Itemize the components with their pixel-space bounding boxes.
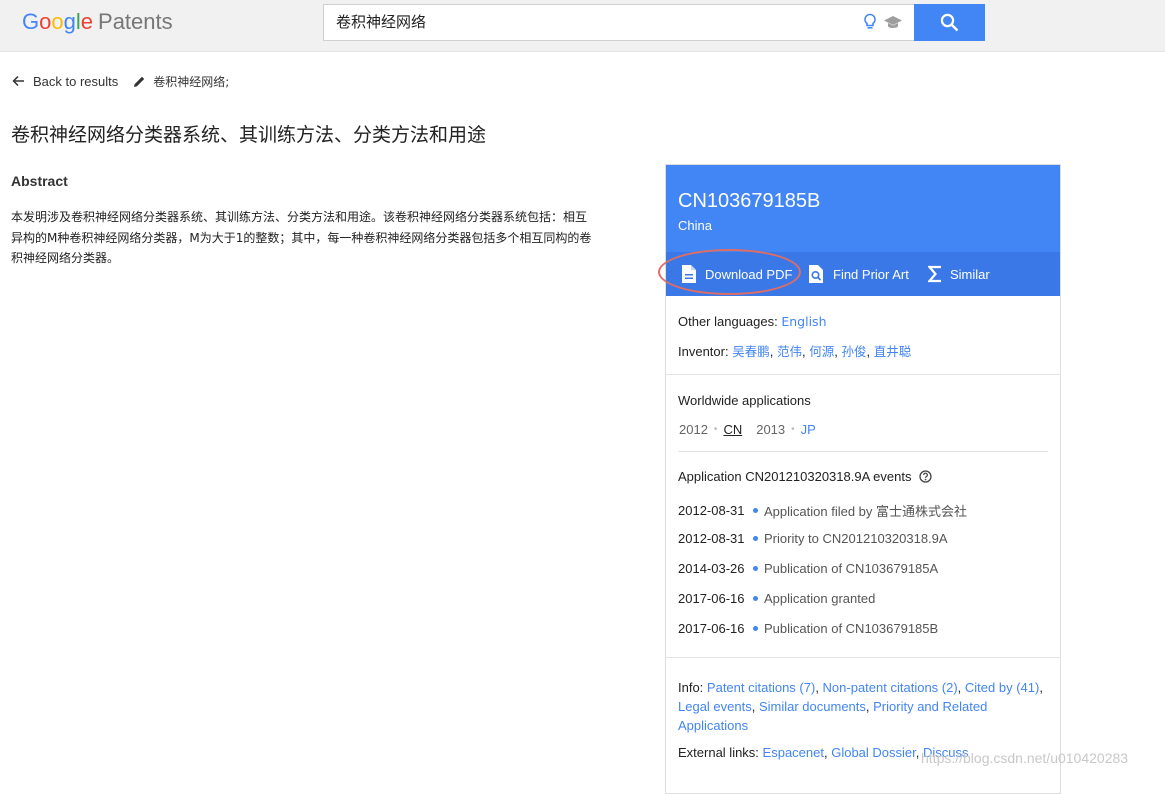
pencil-icon: [134, 76, 145, 87]
global-dossier-link[interactable]: Global Dossier: [831, 745, 916, 760]
inventor-link[interactable]: 吴春鹏: [732, 344, 770, 359]
event-text: Publication of CN103679185B: [764, 621, 939, 636]
sub-navigation: Back to results 卷积神经网络;: [12, 71, 229, 91]
event-dot: [753, 596, 758, 601]
worldwide-year: 2012: [679, 422, 708, 437]
inventor-label: Inventor:: [678, 344, 729, 359]
event-row: 2012-08-31 Priority to CN201210320318.9A: [678, 531, 948, 546]
publication-country: China: [678, 218, 712, 233]
edit-query-link[interactable]: 卷积神经网络;: [133, 73, 229, 90]
document-icon: [682, 265, 696, 283]
external-links-label: External links:: [678, 745, 759, 760]
top-bar: Google Patents: [0, 0, 1165, 52]
worldwide-applications-list: 2012 • CN 2013 • JP: [679, 422, 816, 437]
card-header: CN103679185B China: [666, 165, 1060, 252]
search-input[interactable]: [336, 5, 836, 40]
find-prior-art-button[interactable]: Find Prior Art: [808, 252, 909, 296]
lightbulb-icon[interactable]: [862, 13, 878, 31]
inventor-link[interactable]: 直井聪: [874, 344, 912, 359]
worldwide-country-link[interactable]: CN: [723, 422, 742, 437]
event-dot: [753, 566, 758, 571]
publication-number: CN103679185B: [678, 190, 821, 212]
query-label: 卷积神经网络;: [153, 74, 230, 89]
inventor-line: Inventor: 吴春鹏, 范伟, 何源, 孙俊, 直井聪: [678, 344, 912, 359]
search-icon: [940, 13, 959, 32]
worldwide-country-link[interactable]: JP: [801, 422, 816, 437]
worldwide-year: 2013: [756, 422, 786, 437]
info-label: Info:: [678, 680, 704, 695]
event-date: 2012-08-31: [678, 503, 745, 518]
document-search-icon: [809, 265, 823, 283]
event-dot: [753, 626, 758, 631]
search-button[interactable]: [914, 4, 985, 41]
divider: [666, 657, 1060, 658]
separator-dot: •: [791, 424, 795, 435]
event-date: 2012-08-31: [678, 531, 745, 546]
event-text: Priority to CN201210320318.9A: [764, 531, 948, 546]
event-text: Application granted: [764, 591, 876, 606]
event-row: 2014-03-26 Publication of CN103679185A: [678, 561, 938, 576]
worldwide-applications-heading: Worldwide applications: [678, 393, 811, 408]
help-icon[interactable]: [919, 470, 933, 483]
back-to-results-link[interactable]: Back to results: [12, 74, 118, 89]
other-languages: Other languages: English: [678, 314, 827, 329]
other-languages-label: Other languages:: [678, 314, 778, 329]
event-date: 2017-06-16: [678, 591, 745, 606]
inventor-link[interactable]: 孙俊: [841, 344, 866, 359]
event-text: Publication of CN103679185A: [764, 561, 939, 576]
watermark: https://blog.csdn.net/u010420283: [921, 750, 1129, 766]
arrow-back-icon: [12, 75, 24, 87]
separator-dot: •: [713, 424, 718, 435]
cited-by-link[interactable]: Cited by (41): [965, 680, 1039, 695]
event-dot: [753, 536, 758, 541]
event-date: 2014-03-26: [678, 561, 745, 576]
event-date: 2017-06-16: [678, 621, 745, 636]
event-dot: [753, 508, 758, 513]
similar-documents-link[interactable]: Similar documents: [759, 699, 866, 714]
events-heading: Application CN201210320318.9A events: [678, 469, 933, 484]
language-english-link[interactable]: English: [781, 314, 826, 329]
non-patent-citations-link[interactable]: Non-patent citations (2): [823, 680, 958, 695]
search-box: [323, 4, 915, 41]
similar-button[interactable]: Similar: [928, 252, 990, 296]
event-row: 2017-06-16 Application granted: [678, 591, 875, 606]
patent-citations-link[interactable]: Patent citations (7): [707, 680, 815, 695]
card-actions-bar: Download PDF Find Prior Art Similar: [666, 252, 1060, 296]
event-row: 2017-06-16 Publication of CN103679185B: [678, 621, 938, 636]
sigma-icon: [928, 265, 941, 283]
patent-title: 卷积神经网络分类器系统、其训练方法、分类方法和用途: [11, 124, 487, 146]
download-pdf-label: Download PDF: [705, 266, 793, 282]
logo-product: Patents: [98, 9, 173, 34]
patent-info-card: CN103679185B China Download PDF Find Pri…: [665, 164, 1061, 794]
logo-text: Google: [22, 9, 94, 34]
info-links: Info: Patent citations (7), Non-patent c…: [678, 680, 1043, 733]
abstract-text: 本发明涉及卷积神经网络分类器系统、其训练方法、分类方法和用途。该卷积神经网络分类…: [11, 210, 592, 265]
back-to-results-label: Back to results: [33, 73, 119, 89]
divider: [666, 374, 1060, 375]
abstract-heading: Abstract: [11, 173, 68, 189]
event-row: 2012-08-31 Application filed by 富士通株式会社: [678, 501, 967, 520]
download-pdf-button[interactable]: Download PDF: [681, 252, 792, 296]
find-prior-art-label: Find Prior Art: [833, 266, 909, 282]
events-heading-label: Application CN201210320318.9A events: [678, 469, 912, 484]
graduation-cap-icon[interactable]: [883, 13, 903, 31]
inventor-link[interactable]: 范伟: [777, 344, 802, 359]
similar-label: Similar: [950, 266, 990, 282]
inventor-link[interactable]: 何源: [809, 344, 834, 359]
google-patents-logo[interactable]: Google Patents: [22, 9, 173, 35]
event-text: Application filed by 富士通株式会社: [764, 504, 968, 519]
espacenet-link[interactable]: Espacenet: [763, 745, 824, 760]
divider: [678, 451, 1048, 452]
legal-events-link[interactable]: Legal events: [678, 699, 752, 714]
